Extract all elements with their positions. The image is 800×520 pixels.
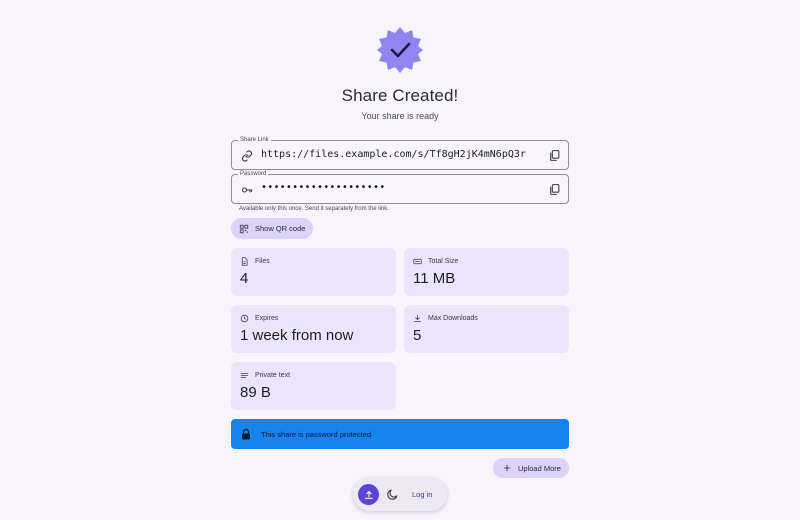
verified-badge-icon <box>376 26 424 74</box>
stat-value: 11 MB <box>413 270 456 287</box>
plus-icon <box>503 464 511 472</box>
upload-icon[interactable] <box>358 484 379 505</box>
password-protected-alert: This share is password protected <box>231 419 569 449</box>
page-title: Share Created! <box>341 86 459 105</box>
upload-more-label: Upload More <box>518 463 561 473</box>
password-label: Password <box>238 170 269 178</box>
copy-link-icon[interactable] <box>548 149 561 162</box>
share-link-label: Share Link <box>238 136 271 144</box>
file-icon <box>240 257 249 266</box>
share-link-value[interactable]: https://files.example.com/s/Tf8gH2jK4mN6… <box>261 149 526 160</box>
stat-label: Files <box>255 258 270 265</box>
password-value[interactable]: •••••••••••••••••••• <box>261 182 385 193</box>
show-qr-code-button[interactable]: Show QR code <box>231 218 313 239</box>
password-hint: Available only this once. Send it separa… <box>239 206 389 212</box>
text-icon <box>240 371 249 380</box>
page-subtitle: Your share is ready <box>361 111 439 121</box>
stat-card-files: Files 4 <box>231 248 396 296</box>
qr-code-icon <box>239 224 249 234</box>
stat-label: Max Downloads <box>428 315 478 322</box>
stat-card-private-text: Private text 89 B <box>231 362 396 410</box>
stat-card-expires: Expires 1 week from now <box>231 305 396 353</box>
download-icon <box>413 314 422 323</box>
password-field[interactable]: Password •••••••••••••••••••• <box>231 170 569 204</box>
show-qr-code-label: Show QR code <box>255 224 306 233</box>
alert-text: This share is password protected <box>261 429 372 439</box>
stat-value: 89 B <box>240 384 271 401</box>
stat-value: 5 <box>413 327 422 344</box>
stat-label: Expires <box>255 315 279 322</box>
storage-icon <box>413 257 422 266</box>
link-icon <box>241 150 253 162</box>
lock-icon <box>241 428 251 440</box>
key-icon <box>241 184 253 196</box>
stat-value: 1 week from now <box>240 327 354 344</box>
stat-card-max-downloads: Max Downloads 5 <box>404 305 569 353</box>
copy-password-icon[interactable] <box>548 183 561 196</box>
stat-card-total-size: Total Size 11 MB <box>404 248 569 296</box>
share-link-field[interactable]: Share Link https://files.example.com/s/T… <box>231 136 569 170</box>
clock-icon <box>240 314 249 323</box>
upload-more-button[interactable]: Upload More <box>493 458 569 478</box>
bottom-dock: Log in <box>353 478 447 511</box>
stat-value: 4 <box>240 270 249 287</box>
stat-label: Total Size <box>428 258 459 265</box>
dark-mode-icon[interactable] <box>386 488 399 501</box>
login-button[interactable]: Log in <box>412 490 432 499</box>
stat-label: Private text <box>255 372 291 379</box>
